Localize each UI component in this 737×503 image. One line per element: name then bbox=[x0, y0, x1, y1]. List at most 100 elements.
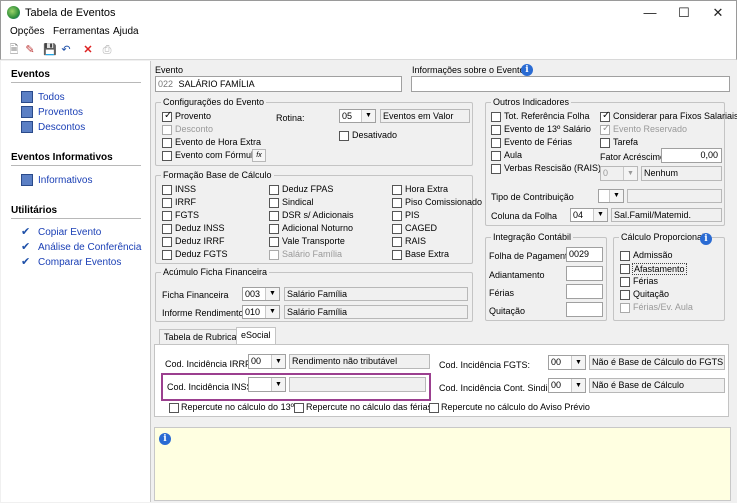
save-icon[interactable]: 💾 bbox=[43, 43, 57, 57]
tipo-contrib-select[interactable]: ▼ bbox=[598, 189, 624, 203]
rotina-select[interactable]: 05 ▼ bbox=[339, 109, 376, 123]
menu-opcoes[interactable]: Opções bbox=[10, 26, 44, 37]
repferias-checkbox[interactable] bbox=[294, 403, 304, 413]
chevron-down-icon[interactable]: ▼ bbox=[623, 167, 637, 180]
tab-tabela-rubricas[interactable]: Tabela de Rubricas bbox=[159, 329, 247, 344]
chevron-down-icon[interactable]: ▼ bbox=[571, 379, 585, 392]
formula-fx-button[interactable]: fx bbox=[252, 149, 266, 162]
repaviso-checkbox[interactable] bbox=[429, 403, 439, 413]
info-icon[interactable]: i bbox=[700, 233, 712, 245]
sidebar: Eventos Todos Proventos Descontos Evento… bbox=[1, 61, 151, 502]
ficha-desc: Salário Família bbox=[284, 287, 468, 301]
evento-reservado-checkbox[interactable] bbox=[600, 123, 610, 135]
hora-extra-checkbox[interactable] bbox=[162, 138, 172, 148]
sidebar-item-descontos[interactable]: Descontos bbox=[38, 122, 85, 133]
sind-inc-desc: Não é Base de Cálculo bbox=[589, 378, 725, 393]
evento-ferias-checkbox[interactable] bbox=[491, 138, 501, 148]
sidebar-item-analise[interactable]: Análise de Conferência bbox=[38, 242, 141, 253]
tarefa-checkbox[interactable] bbox=[600, 138, 610, 148]
irrf-checkbox[interactable] bbox=[162, 198, 172, 208]
chevron-down-icon[interactable]: ▼ bbox=[571, 356, 585, 369]
chevron-down-icon[interactable]: ▼ bbox=[593, 209, 607, 221]
salario-familia-checkbox[interactable] bbox=[269, 250, 279, 260]
formula-checkbox[interactable] bbox=[162, 151, 172, 161]
ferias-prop-checkbox[interactable] bbox=[620, 277, 630, 287]
edit-pencil-icon[interactable]: ✎ bbox=[23, 43, 37, 57]
caged-checkbox[interactable] bbox=[392, 224, 402, 234]
integracao-title: Integração Contábil bbox=[491, 232, 574, 242]
menu-ajuda[interactable]: Ajuda bbox=[113, 26, 139, 37]
deduz-irrf-checkbox[interactable] bbox=[162, 237, 172, 247]
undo-icon[interactable]: ↶ bbox=[59, 43, 73, 57]
sidebar-item-todos[interactable]: Todos bbox=[38, 92, 65, 103]
sidebar-item-proventos[interactable]: Proventos bbox=[38, 107, 83, 118]
adiantamento-input[interactable] bbox=[566, 266, 603, 281]
piso-checkbox[interactable] bbox=[392, 198, 402, 208]
fgts-inc-select[interactable]: 00 ▼ bbox=[548, 355, 586, 370]
deduz-fpas-checkbox[interactable] bbox=[269, 185, 279, 195]
inss-checkbox[interactable] bbox=[162, 185, 172, 195]
vale-transporte-checkbox[interactable] bbox=[269, 237, 279, 247]
delete-icon[interactable]: ✕ bbox=[81, 43, 95, 57]
rep13-checkbox[interactable] bbox=[169, 403, 179, 413]
formacao-title: Formação Base de Cálculo bbox=[161, 170, 274, 180]
ferias-input[interactable] bbox=[566, 284, 603, 299]
tot-ref-checkbox[interactable] bbox=[491, 112, 501, 122]
afastamento-checkbox[interactable] bbox=[620, 264, 630, 274]
pis-checkbox[interactable] bbox=[392, 211, 402, 221]
chevron-down-icon[interactable]: ▼ bbox=[271, 355, 285, 368]
base-extra-checkbox[interactable] bbox=[392, 250, 402, 260]
quitacao-prop-checkbox[interactable] bbox=[620, 290, 630, 300]
hora-extra-base-checkbox[interactable] bbox=[392, 185, 402, 195]
informe-select[interactable]: 010 ▼ bbox=[242, 305, 280, 319]
admissao-checkbox[interactable] bbox=[620, 251, 630, 261]
rais-checkbox[interactable] bbox=[392, 237, 402, 247]
chevron-down-icon[interactable]: ▼ bbox=[265, 306, 279, 318]
chevron-down-icon[interactable]: ▼ bbox=[265, 288, 279, 300]
fgts-inc-desc: Não é Base de Cálculo do FGTS bbox=[589, 355, 725, 370]
ferias-aula-checkbox[interactable] bbox=[620, 303, 630, 313]
inss-inc-select[interactable]: ▼ bbox=[248, 377, 286, 392]
verbas-checkbox[interactable] bbox=[491, 164, 501, 174]
fgts-checkbox[interactable] bbox=[162, 211, 172, 221]
deduz-fgts-checkbox[interactable] bbox=[162, 250, 172, 260]
fator-input[interactable]: 0,00 bbox=[661, 148, 722, 163]
adicional-noturno-checkbox[interactable] bbox=[269, 224, 279, 234]
desativado-checkbox[interactable] bbox=[339, 131, 349, 141]
sidebar-item-comparar[interactable]: Comparar Eventos bbox=[38, 257, 121, 268]
sindical-checkbox[interactable] bbox=[269, 198, 279, 208]
evento-13-checkbox[interactable] bbox=[491, 125, 501, 135]
desconto-checkbox[interactable] bbox=[162, 125, 172, 135]
print-icon[interactable]: ⎙ bbox=[100, 43, 114, 57]
deduz-inss-checkbox[interactable] bbox=[162, 224, 172, 234]
chevron-down-icon[interactable]: ▼ bbox=[271, 378, 285, 391]
new-document-icon[interactable]: 🗎 bbox=[7, 43, 21, 57]
provento-checkbox[interactable] bbox=[162, 110, 172, 122]
verbas-select[interactable]: 0 ▼ bbox=[600, 166, 638, 181]
sidebar-item-copiar-evento[interactable]: Copiar Evento bbox=[38, 227, 101, 238]
considerar-checkbox[interactable] bbox=[600, 110, 610, 122]
evento-field[interactable]: 022 SALÁRIO FAMÍLIA bbox=[155, 76, 402, 92]
maximize-icon[interactable]: ☐ bbox=[667, 1, 701, 25]
irrf-inc-select[interactable]: 00 ▼ bbox=[248, 354, 286, 369]
list-icon bbox=[21, 91, 33, 103]
sind-inc-select[interactable]: 00 ▼ bbox=[548, 378, 586, 393]
calculo-title: Cálculo Proporcional bbox=[619, 232, 707, 242]
minimize-icon[interactable]: — bbox=[633, 1, 667, 25]
chevron-down-icon[interactable]: ▼ bbox=[361, 110, 375, 122]
rotina-label: Rotina: bbox=[276, 113, 305, 123]
dsr-checkbox[interactable] bbox=[269, 211, 279, 221]
quitacao-input[interactable] bbox=[566, 302, 603, 317]
folha-input[interactable]: 0029 bbox=[566, 247, 603, 262]
acumulo-title: Acúmulo Ficha Financeira bbox=[161, 267, 270, 277]
info-evento-field[interactable] bbox=[411, 76, 730, 92]
menu-ferramentas[interactable]: Ferramentas bbox=[53, 26, 110, 37]
aula-checkbox[interactable] bbox=[491, 151, 501, 161]
ficha-select[interactable]: 003 ▼ bbox=[242, 287, 280, 301]
tab-esocial[interactable]: eSocial bbox=[236, 327, 276, 344]
coluna-select[interactable]: 04 ▼ bbox=[570, 208, 608, 222]
close-window-icon[interactable]: ✕ bbox=[701, 1, 735, 25]
sidebar-item-informativos[interactable]: Informativos bbox=[38, 175, 92, 186]
info-icon[interactable]: i bbox=[521, 64, 533, 76]
chevron-down-icon[interactable]: ▼ bbox=[609, 190, 623, 202]
